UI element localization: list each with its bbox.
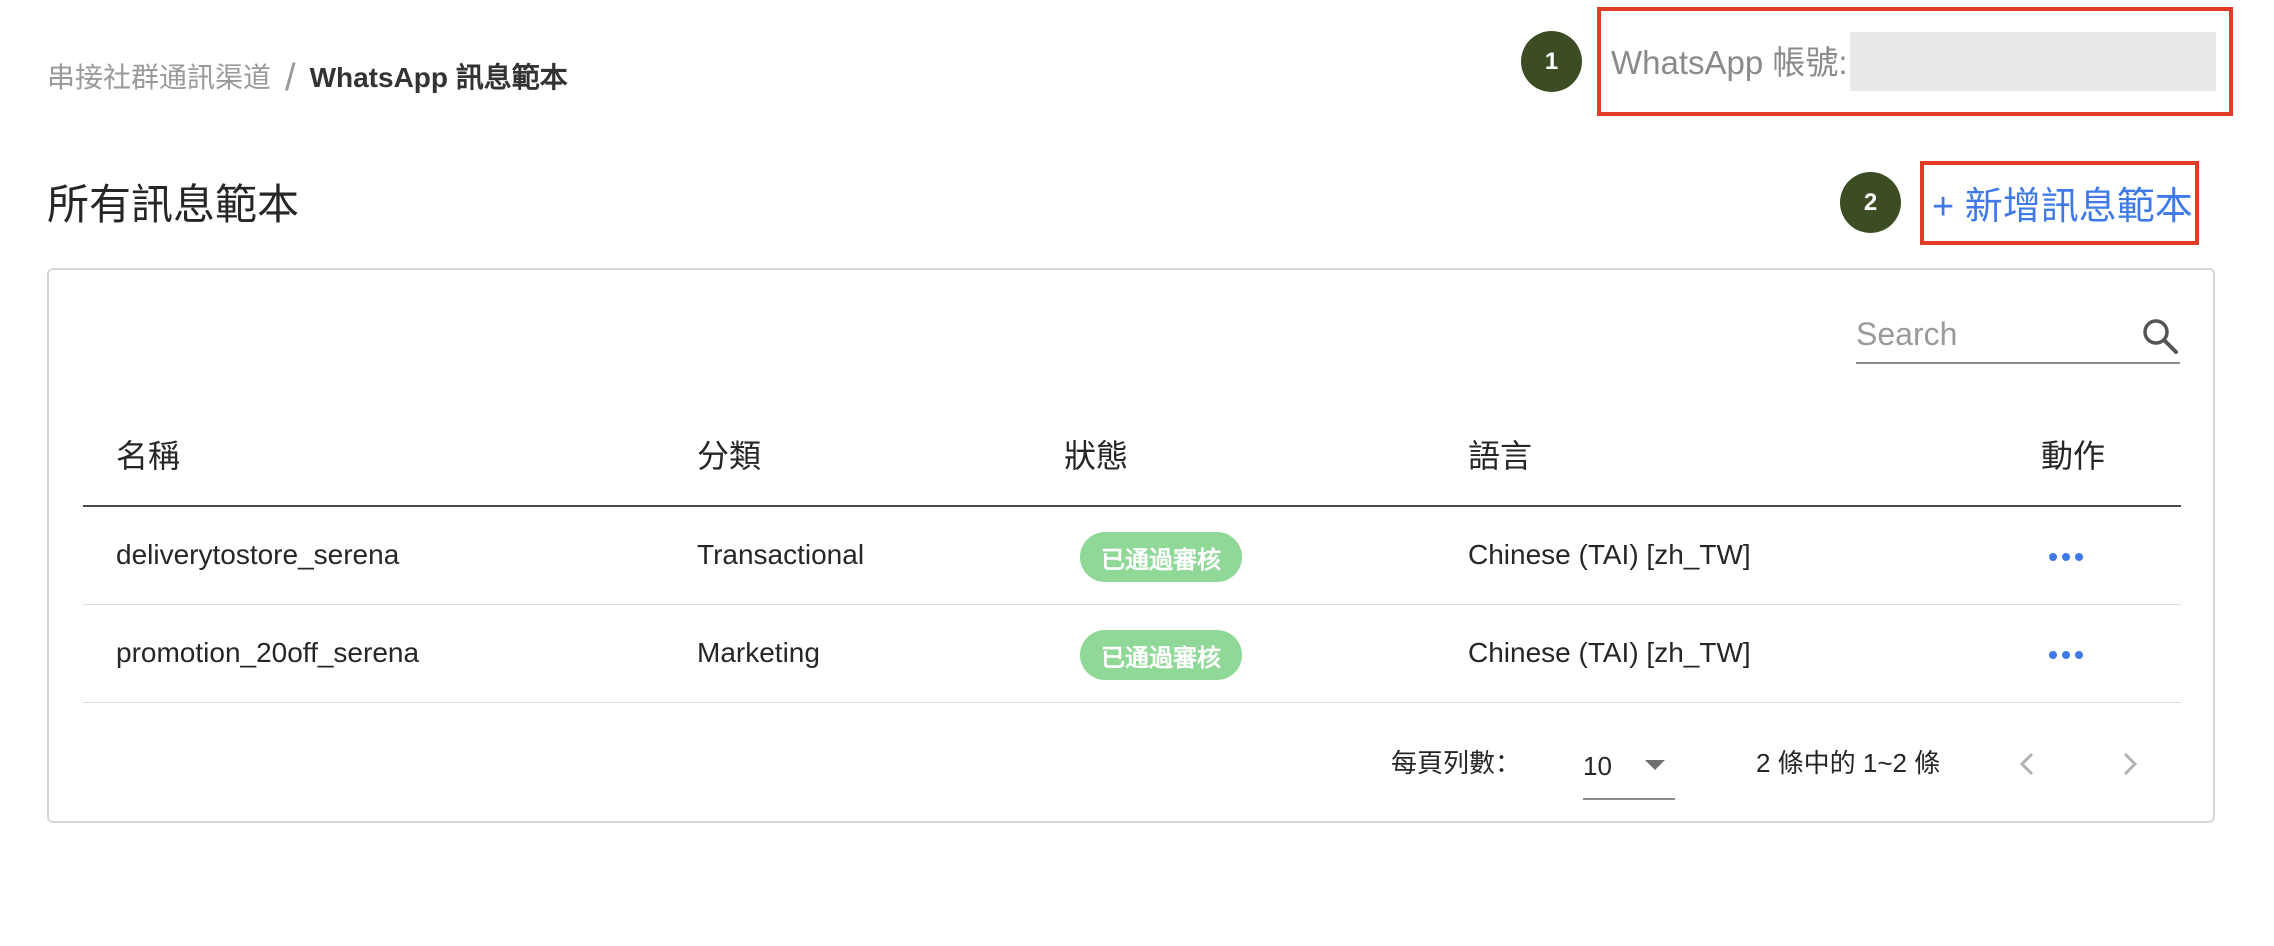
templates-card: 名稱 分類 狀態 語言 動作 deliverytostore_serena Tr… [47,268,2215,823]
table-row[interactable]: promotion_20off_serena Marketing 已通過審核 C… [83,605,2181,703]
breadcrumb: 串接社群通訊渠道 / WhatsApp 訊息範本 [47,58,568,98]
column-header-language[interactable]: 語言 [1468,436,1532,476]
chevron-down-icon [1645,760,1665,770]
template-name: promotion_20off_serena [116,637,420,668]
pagination-range: 2 條中的 1~2 條 [1756,748,1941,778]
breadcrumb-current: WhatsApp 訊息範本 [309,62,568,93]
column-header-action: 動作 [2041,438,2106,474]
template-name: deliverytostore_serena [116,539,400,570]
page: 串接社群通訊渠道 / WhatsApp 訊息範本 1 WhatsApp 帳號: … [0,0,2274,946]
template-category: Marketing [697,637,820,668]
column-header-category[interactable]: 分類 [697,436,761,476]
rows-per-page-value: 10 [1583,751,1612,781]
rows-per-page-select[interactable]: 10 [1583,740,1675,800]
column-header-name[interactable]: 名稱 [116,436,180,476]
prev-page-button[interactable] [2008,744,2048,784]
search-input[interactable] [1856,308,2126,360]
whatsapp-account-field[interactable] [1850,32,2216,91]
template-category: Transactional [697,539,865,570]
breadcrumb-parent-link[interactable]: 串接社群通訊渠道 [47,58,271,98]
table-header: 名稱 分類 狀態 語言 動作 [83,410,2181,507]
page-title: 所有訊息範本 [47,181,300,228]
chevron-right-icon [2123,752,2138,776]
more-actions-icon[interactable] [2046,537,2086,577]
column-header-status[interactable]: 狀態 [1064,436,1128,476]
whatsapp-account-label: WhatsApp 帳號: [1611,44,1848,81]
search-box [1856,308,2180,364]
search-icon[interactable] [2140,316,2180,356]
templates-table: 名稱 分類 狀態 語言 動作 deliverytostore_serena Tr… [83,410,2181,703]
chevron-left-icon [2019,752,2034,776]
status-badge: 已通過審核 [1080,532,1242,582]
template-language: Chinese (TAI) [zh_TW] [1468,637,1751,668]
status-badge: 已通過審核 [1080,630,1242,680]
callout-badge-2: 2 [1840,172,1901,233]
next-page-button[interactable] [2109,744,2149,784]
template-language: Chinese (TAI) [zh_TW] [1468,539,1751,570]
add-template-button[interactable]: + 新增訊息範本 [1932,182,2193,232]
breadcrumb-separator: / [285,57,296,99]
callout-badge-1: 1 [1521,31,1582,92]
rows-per-page-label: 每頁列數： [1391,748,1522,778]
more-actions-icon[interactable] [2046,635,2086,675]
table-row[interactable]: deliverytostore_serena Transactional 已通過… [83,507,2181,605]
